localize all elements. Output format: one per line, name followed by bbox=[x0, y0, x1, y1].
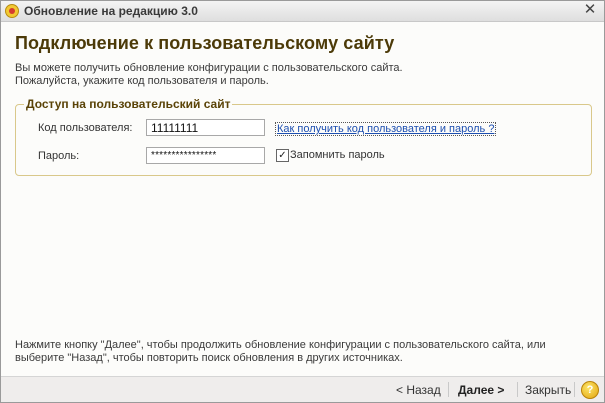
help-icon[interactable]: ? bbox=[581, 381, 599, 399]
title-bar[interactable]: Обновление на редакцию 3.0 ✕ bbox=[1, 1, 604, 22]
group-title: Доступ на пользовательский сайт bbox=[24, 97, 233, 111]
password-label: Пароль: bbox=[38, 150, 80, 162]
instructions-text: Нажмите кнопку "Далее", чтобы продолжить… bbox=[15, 339, 546, 365]
instructions-line-1: Нажмите кнопку "Далее", чтобы продолжить… bbox=[15, 339, 546, 351]
intro-line-2: Пожалуйста, укажите код пользователя и п… bbox=[15, 75, 269, 87]
separator bbox=[448, 382, 449, 397]
back-button[interactable]: < Назад bbox=[396, 383, 441, 397]
close-icon[interactable]: ✕ bbox=[582, 2, 598, 18]
page-title: Подключение к пользовательскому сайту bbox=[15, 33, 395, 53]
remember-password-label[interactable]: Запомнить пароль bbox=[290, 149, 385, 161]
close-button[interactable]: Закрыть bbox=[525, 383, 571, 397]
separator bbox=[517, 382, 518, 397]
how-to-get-credentials-link[interactable]: Как получить код пользователя и пароль ? bbox=[275, 122, 497, 136]
password-input[interactable] bbox=[146, 147, 265, 164]
site-access-group: Доступ на пользовательский сайт Код поль… bbox=[15, 97, 592, 176]
remember-password-checkbox[interactable]: ✓ bbox=[276, 149, 289, 162]
update-wizard-window: Обновление на редакцию 3.0 ✕ Подключение… bbox=[0, 0, 605, 403]
intro-line-1: Вы можете получить обновление конфигурац… bbox=[15, 62, 403, 74]
intro-text: Вы можете получить обновление конфигурац… bbox=[15, 62, 403, 88]
next-button[interactable]: Далее > bbox=[458, 383, 504, 397]
instructions-line-2: выберите "Назад", чтобы повторить поиск … bbox=[15, 352, 403, 364]
window-title: Обновление на редакцию 3.0 bbox=[24, 4, 198, 18]
user-code-label: Код пользователя: bbox=[38, 122, 133, 134]
app-logo-icon bbox=[5, 4, 19, 18]
separator bbox=[574, 382, 575, 397]
user-code-input[interactable] bbox=[146, 119, 265, 136]
wizard-footer: < Назад Далее > Закрыть ? bbox=[1, 376, 604, 402]
